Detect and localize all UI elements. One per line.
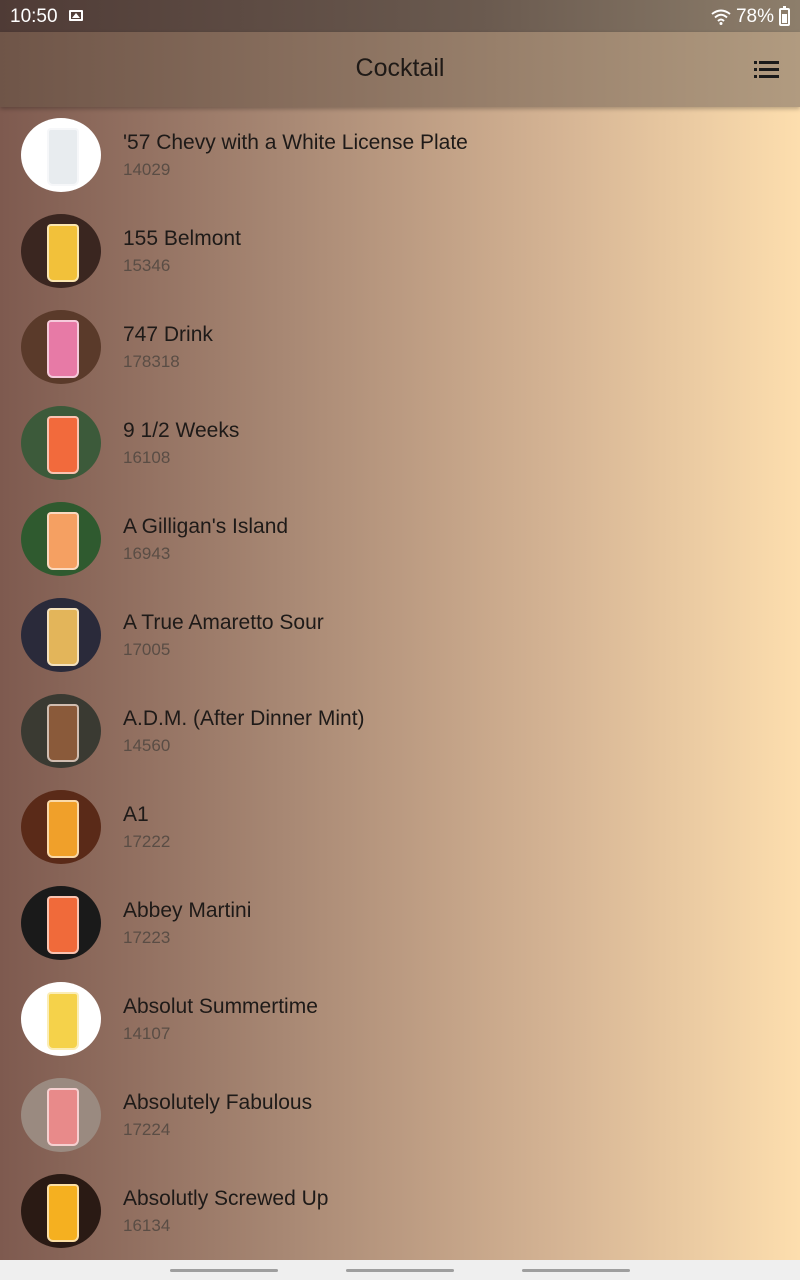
cocktail-name: A Gilligan's Island bbox=[123, 515, 289, 538]
glass-icon bbox=[47, 416, 79, 474]
list-item[interactable]: 747 Drink 178318 bbox=[0, 299, 800, 395]
cocktail-name: A1 bbox=[123, 803, 149, 826]
cocktail-id: 17005 bbox=[123, 640, 171, 659]
list-item[interactable]: A True Amaretto Sour 17005 bbox=[0, 587, 800, 683]
navigation-bar bbox=[0, 1260, 800, 1280]
cocktail-thumbnail bbox=[21, 118, 101, 192]
cocktail-id: 16108 bbox=[123, 448, 171, 467]
cocktail-name: Absolut Summertime bbox=[123, 995, 318, 1018]
list-item[interactable]: A1 17222 bbox=[0, 779, 800, 875]
cocktail-list: '57 Chevy with a White License Plate 1402… bbox=[0, 107, 800, 1259]
cocktail-thumbnail bbox=[21, 886, 101, 960]
list-item[interactable]: 155 Belmont 15346 bbox=[0, 203, 800, 299]
cocktail-id: 17222 bbox=[123, 832, 171, 851]
nav-recents-handle[interactable] bbox=[522, 1269, 630, 1272]
glass-icon bbox=[47, 224, 79, 282]
cocktail-name: A.D.M. (After Dinner Mint) bbox=[123, 707, 365, 730]
list-view-button[interactable] bbox=[754, 59, 782, 81]
cocktail-name: Absolutly Screwed Up bbox=[123, 1187, 329, 1210]
status-bar: 10:50 78% bbox=[0, 0, 800, 32]
cocktail-id: 17223 bbox=[123, 928, 171, 947]
page-title: Cocktail bbox=[355, 54, 445, 82]
list-item[interactable]: 9 1/2 Weeks 16108 bbox=[0, 395, 800, 491]
cocktail-id: 17224 bbox=[123, 1120, 171, 1139]
cocktail-name: 9 1/2 Weeks bbox=[123, 419, 240, 442]
nav-back-handle[interactable] bbox=[170, 1269, 278, 1272]
cocktail-thumbnail bbox=[21, 1174, 101, 1248]
glass-icon bbox=[47, 800, 79, 858]
glass-icon bbox=[47, 896, 79, 954]
status-right: 78% bbox=[711, 6, 790, 28]
cocktail-id: 16943 bbox=[123, 544, 171, 563]
nav-home-handle[interactable] bbox=[346, 1269, 454, 1272]
cocktail-id: 14560 bbox=[123, 736, 171, 755]
glass-icon bbox=[47, 1184, 79, 1242]
battery-icon bbox=[779, 6, 790, 26]
cocktail-thumbnail bbox=[21, 598, 101, 672]
cocktail-thumbnail bbox=[21, 1078, 101, 1152]
cocktail-name: 155 Belmont bbox=[123, 227, 241, 250]
cocktail-thumbnail bbox=[21, 790, 101, 864]
cocktail-thumbnail bbox=[21, 982, 101, 1056]
cocktail-thumbnail bbox=[21, 310, 101, 384]
cocktail-name: A True Amaretto Sour bbox=[123, 611, 324, 634]
image-notification-icon bbox=[69, 10, 83, 21]
cocktail-id: 14029 bbox=[123, 160, 171, 179]
cocktail-thumbnail bbox=[21, 694, 101, 768]
cocktail-name: 747 Drink bbox=[123, 323, 213, 346]
cocktail-name: Abbey Martini bbox=[123, 899, 252, 922]
app-bar: Cocktail bbox=[0, 32, 800, 107]
glass-icon bbox=[47, 1088, 79, 1146]
glass-icon bbox=[47, 512, 79, 570]
battery-percent: 78% bbox=[735, 6, 774, 27]
cocktail-name: Absolutely Fabulous bbox=[123, 1091, 313, 1114]
list-item[interactable]: Absolut Summertime 14107 bbox=[0, 971, 800, 1067]
cocktail-id: 14107 bbox=[123, 1024, 171, 1043]
cocktail-thumbnail bbox=[21, 502, 101, 576]
cocktail-name: '57 Chevy with a White License Plate bbox=[123, 131, 468, 154]
list-item[interactable]: A Gilligan's Island 16943 bbox=[0, 491, 800, 587]
cocktail-thumbnail bbox=[21, 214, 101, 288]
list-item[interactable]: Abbey Martini 17223 bbox=[0, 875, 800, 971]
list-item[interactable]: '57 Chevy with a White License Plate 1402… bbox=[0, 107, 800, 203]
cocktail-thumbnail bbox=[21, 406, 101, 480]
list-item[interactable]: Absolutely Fabulous 17224 bbox=[0, 1067, 800, 1163]
glass-icon bbox=[47, 608, 79, 666]
list-item[interactable]: A.D.M. (After Dinner Mint) 14560 bbox=[0, 683, 800, 779]
cocktail-id: 16134 bbox=[123, 1216, 171, 1235]
status-time: 10:50 bbox=[10, 6, 58, 27]
glass-icon bbox=[47, 320, 79, 378]
cocktail-id: 15346 bbox=[123, 256, 171, 275]
glass-icon bbox=[47, 704, 79, 762]
list-item[interactable]: Absolutly Screwed Up 16134 bbox=[0, 1163, 800, 1259]
cocktail-id: 178318 bbox=[123, 352, 180, 371]
glass-icon bbox=[47, 992, 79, 1050]
wifi-icon bbox=[711, 9, 731, 25]
glass-icon bbox=[47, 128, 79, 186]
